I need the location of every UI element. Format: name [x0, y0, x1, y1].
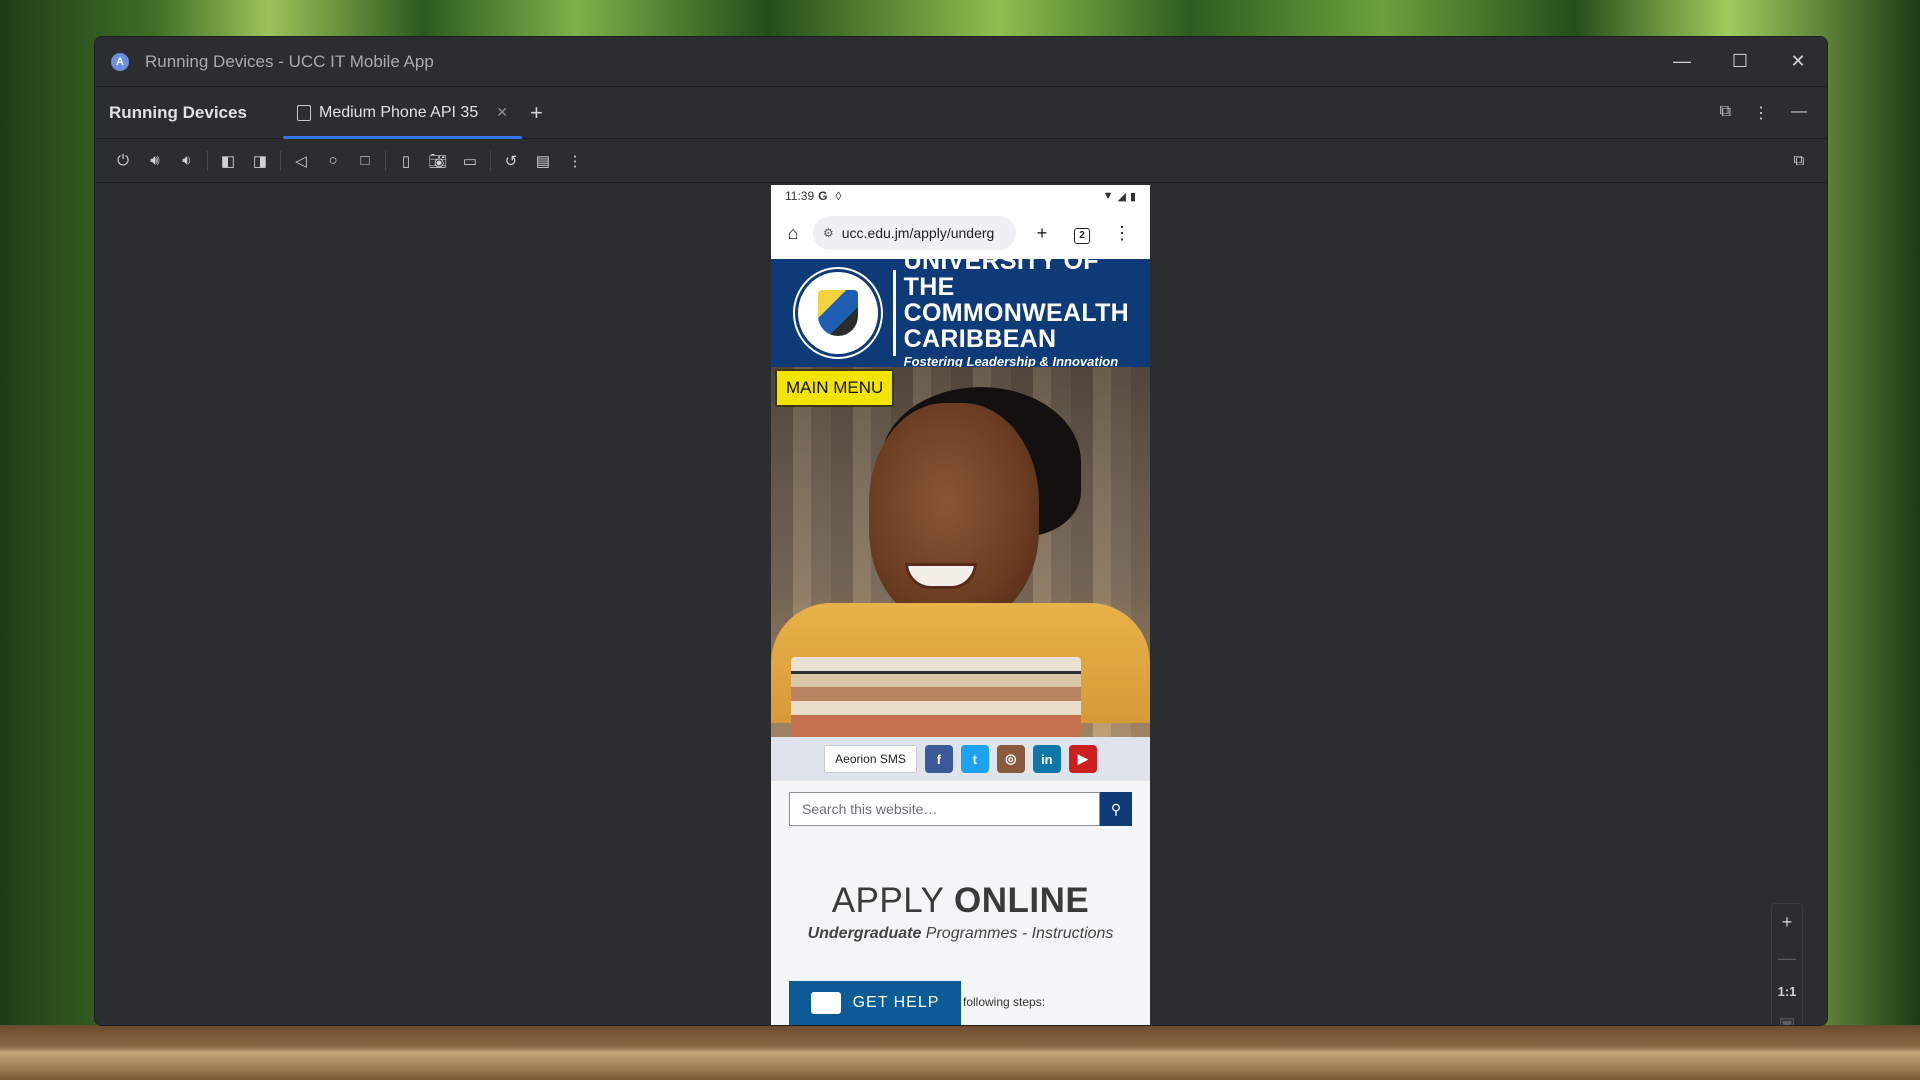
title-bar: A Running Devices - UCC IT Mobile App — … — [95, 37, 1827, 87]
battery-icon: ▮ — [1129, 190, 1136, 203]
apply-online-heading: APPLY ONLINE — [771, 881, 1150, 921]
ucc-name-line2: COMMONWEALTH — [903, 298, 1129, 327]
reset-icon[interactable]: ↺ — [495, 145, 527, 177]
device-manager-icon[interactable]: ⧉ — [1783, 145, 1815, 177]
browser-home-icon[interactable]: ⌂ — [779, 223, 807, 244]
header-actions: ⧉ ⋮ — — [1720, 103, 1807, 123]
shield-icon: ◊ — [835, 189, 842, 203]
hero-face — [869, 403, 1039, 623]
search-input[interactable]: Search this website… — [789, 792, 1100, 826]
facebook-icon[interactable]: f — [924, 745, 953, 773]
app-icon: A — [111, 52, 129, 71]
social-bar: Aeorion SMS f t ◎ in ▶ — [771, 737, 1150, 781]
screenshot-icon[interactable]: 📷︎ — [422, 145, 454, 177]
apply-light: APPLY — [831, 881, 955, 920]
signal-icon: ◢ — [1117, 190, 1126, 203]
steps-text: following steps: — [963, 995, 1046, 1009]
address-bar[interactable]: ⚙ ucc.edu.jm/apply/underg — [813, 216, 1016, 250]
tool-window-title: Running Devices — [109, 102, 247, 122]
window-title: Running Devices - UCC IT Mobile App — [145, 51, 434, 71]
tab-count: 2 — [1074, 228, 1090, 244]
maximize-icon[interactable]: ☐ — [1711, 37, 1769, 87]
site-search: Search this website… ⚲ — [771, 781, 1150, 837]
more-options-icon[interactable]: ⋮ — [559, 145, 591, 177]
overview-icon[interactable]: □ — [349, 145, 381, 177]
tab-medium-phone[interactable]: Medium Phone API 35 ✕ — [283, 87, 522, 139]
device-icon — [297, 104, 311, 121]
youtube-icon[interactable]: ▶ — [1068, 745, 1097, 773]
hide-panel-icon[interactable]: — — [1791, 103, 1807, 123]
back-icon[interactable]: ◁ — [285, 145, 317, 177]
site-info-icon[interactable]: ⚙ — [823, 226, 834, 240]
minimize-icon[interactable]: — — [1653, 37, 1711, 87]
rotate-left-icon[interactable]: ◧ — [212, 145, 244, 177]
tab-label: Medium Phone API 35 — [319, 103, 479, 121]
status-icons: ▼ ◢ ▮ — [1103, 190, 1136, 203]
status-time: 11:39 — [785, 189, 815, 203]
zoom-ratio[interactable]: 1:1 — [1778, 984, 1797, 999]
search-icon[interactable]: ⚲ — [1100, 792, 1132, 826]
url-text: ucc.edu.jm/apply/underg — [841, 225, 995, 241]
close-icon[interactable]: ✕ — [1769, 37, 1827, 87]
get-help-label: GET HELP — [852, 994, 940, 1011]
apply-content: APPLY ONLINE Undergraduate Programmes - … — [771, 837, 1150, 1025]
new-tab-icon[interactable]: + — [1022, 223, 1062, 244]
window-controls: — ☐ ✕ — [1653, 37, 1827, 87]
device-toolbar: ⏻ 🔊︎ 🔉︎ ◧ ◨ ◁ ○ □ ▯ 📷︎ ▭ ↺ ▤ ⋮ ⧉ — [95, 139, 1827, 183]
device-settings-icon[interactable]: ▯ — [390, 145, 422, 177]
get-help-button[interactable]: GET HELP — [789, 981, 961, 1025]
linkedin-icon[interactable]: in — [1032, 745, 1061, 773]
ucc-wordmark: UNIVERSITY OF THE COMMONWEALTH CARIBBEAN… — [903, 248, 1150, 369]
ucc-name-line1: UNIVERSITY OF THE — [903, 246, 1099, 301]
apply-bold: ONLINE — [954, 881, 1090, 920]
zoom-in-icon[interactable]: + — [1782, 912, 1793, 933]
google-icon: G — [818, 189, 828, 203]
apply-subheading: Undergraduate Programmes - Instructions — [771, 923, 1150, 945]
header-divider — [892, 270, 896, 356]
instagram-icon[interactable]: ◎ — [996, 745, 1025, 773]
hero-image: MAIN MENU — [771, 367, 1150, 737]
sub-bold: Undergraduate — [807, 925, 922, 942]
more-vertical-icon[interactable]: ⋮ — [1753, 103, 1769, 123]
browser-menu-icon[interactable]: ⋮ — [1102, 223, 1142, 244]
ide-window: A Running Devices - UCC IT Mobile App — … — [94, 36, 1828, 1026]
toolbar-divider — [280, 150, 281, 171]
status-bar: 11:39 G ◊ ▼ ◢ ▮ — [771, 185, 1150, 207]
power-icon[interactable]: ⏻ — [107, 145, 139, 177]
aeorion-sms-link[interactable]: Aeorion SMS — [824, 745, 917, 773]
rotate-right-icon[interactable]: ◨ — [244, 145, 276, 177]
seal-shield — [817, 290, 858, 336]
site-header[interactable]: UNIVERSITY OF THE COMMONWEALTH CARIBBEAN… — [771, 248, 1150, 369]
add-tab-icon[interactable]: + — [530, 100, 543, 126]
volume-up-icon[interactable]: 🔊︎ — [139, 145, 171, 177]
tab-close-icon[interactable]: ✕ — [496, 104, 508, 121]
device-canvas: 11:39 G ◊ ▼ ◢ ▮ ⌂ ⚙ ucc.edu.jm/apply/und… — [95, 185, 1827, 1025]
sub-rest: Programmes - Instructions — [921, 925, 1114, 942]
tab-switcher-button[interactable]: 2 — [1062, 222, 1102, 244]
ucc-seal-logo — [795, 269, 881, 357]
main-menu-button[interactable]: MAIN MENU — [775, 369, 895, 407]
mirror-icon[interactable]: ▤ — [527, 145, 559, 177]
ucc-name-line3: CARIBBEAN — [903, 324, 1057, 353]
background-ground — [0, 1025, 1920, 1080]
tool-window-header: Running Devices Medium Phone API 35 ✕ + … — [95, 87, 1827, 139]
record-icon[interactable]: ▭ — [454, 145, 486, 177]
wifi-icon: ▼ — [1102, 190, 1114, 202]
zoom-out-icon[interactable]: — — [1778, 948, 1796, 969]
detach-icon[interactable]: ⧉ — [1720, 103, 1731, 123]
volume-down-icon[interactable]: 🔉︎ — [171, 145, 203, 177]
twitter-icon[interactable]: t — [960, 745, 989, 773]
fit-screen-icon[interactable]: ▣ — [1778, 1014, 1795, 1026]
hero-books — [791, 657, 1081, 737]
toolbar-divider — [207, 150, 208, 171]
home-circle-icon[interactable]: ○ — [317, 145, 349, 177]
toolbar-divider — [490, 150, 491, 171]
chat-bubble-icon — [810, 992, 841, 1014]
phone-screen: 11:39 G ◊ ▼ ◢ ▮ ⌂ ⚙ ucc.edu.jm/apply/und… — [771, 185, 1150, 1025]
zoom-controls: + — 1:1 ▣ — [1771, 903, 1803, 1026]
toolbar-divider — [385, 150, 386, 171]
